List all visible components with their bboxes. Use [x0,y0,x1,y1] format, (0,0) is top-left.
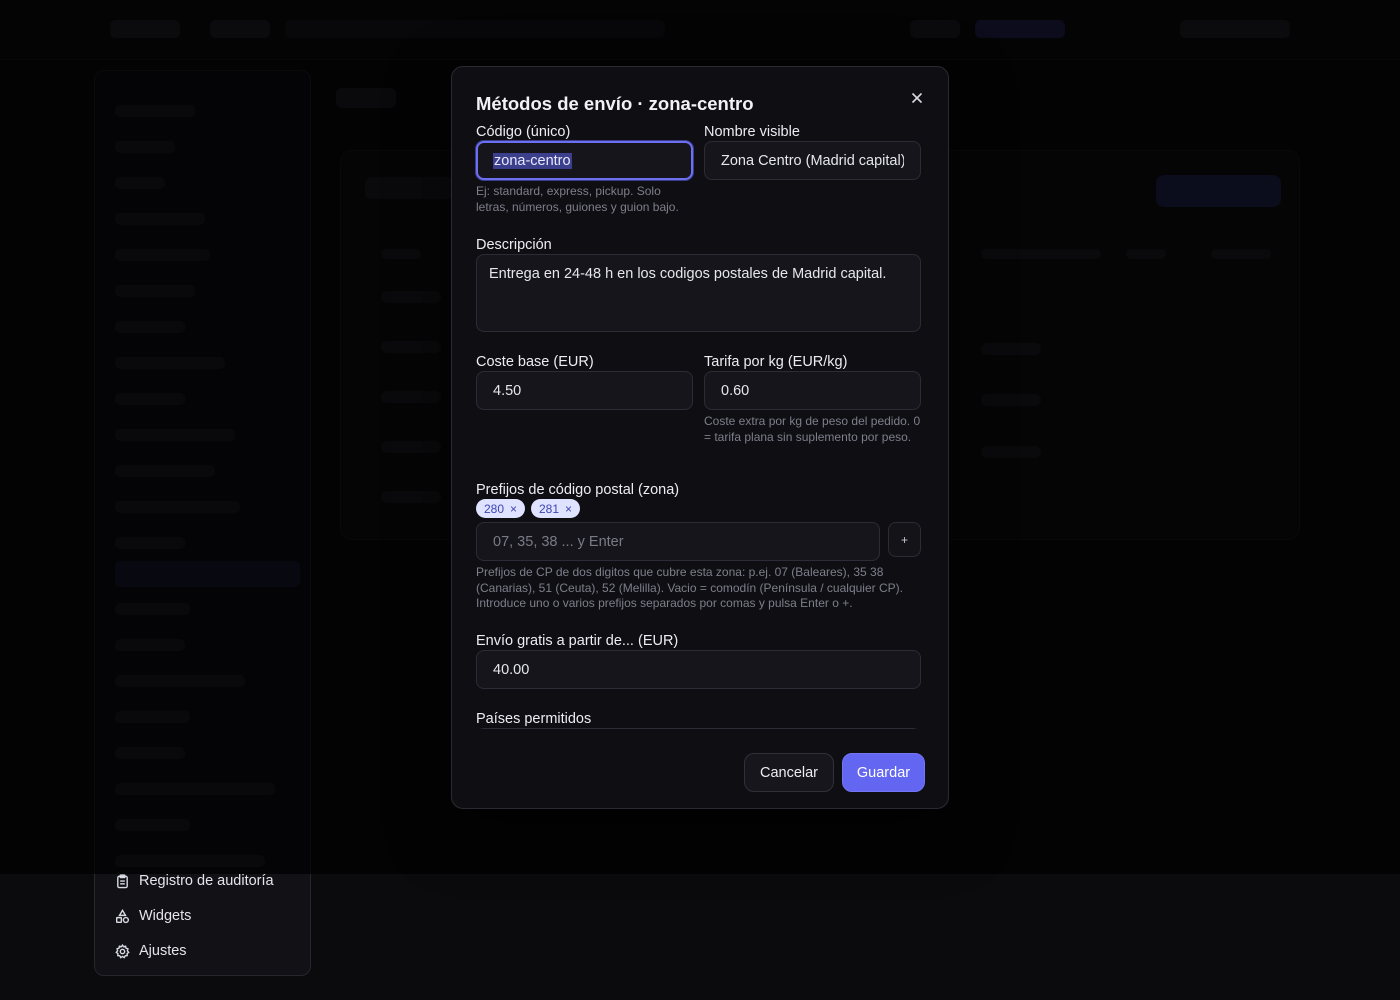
add-prefix-button[interactable]: + [888,522,921,557]
sidebar-item-label: Ajustes [139,943,187,959]
prefix-chip: 280 × [476,499,526,518]
base-cost-label: Coste base (EUR) [476,354,594,370]
postal-prefixes-help: Prefijos de CP de dos digitos que cubre … [476,565,903,610]
code-input[interactable]: zona-centro [476,141,693,180]
close-icon [911,92,923,104]
rate-per-kg-label: Tarifa por kg (EUR/kg) [704,354,848,370]
close-button[interactable] [906,87,928,109]
code-label: Código (único) [476,124,571,140]
code-value: zona-centro [493,152,572,169]
rate-per-kg-help: Coste extra por kg de peso del pedido. 0… [704,414,921,444]
code-help: Ej: standard, express, pickup. Solo letr… [476,184,679,214]
remove-chip-icon[interactable]: × [510,502,517,516]
base-cost-input[interactable] [476,371,693,410]
gear-icon [115,943,130,959]
postal-prefix-input[interactable] [476,522,880,561]
sidebar-item-settings[interactable]: Ajustes [115,940,187,962]
free-shipping-label: Envío gratis a partir de... (EUR) [476,633,679,649]
save-button[interactable]: Guardar [842,753,925,792]
prefix-chip: 281 × [531,499,581,518]
sidebar-item-widgets[interactable]: Widgets [115,905,191,927]
postal-prefixes-label: Prefijos de código postal (zona) [476,482,680,498]
free-shipping-input[interactable] [476,650,921,689]
sidebar-item-label: Widgets [139,908,192,924]
shapes-icon [115,908,130,923]
description-label: Descripción [476,237,552,253]
rate-per-kg-input[interactable] [704,371,921,410]
cancel-button[interactable]: Cancelar [744,753,834,792]
clipboard-icon [117,873,128,888]
remove-chip-icon[interactable]: × [565,502,572,516]
name-label: Nombre visible [704,124,800,140]
countries-select[interactable] [476,728,921,729]
sidebar-item-label: Registro de auditoría [139,873,274,889]
shipping-method-dialog: Métodos de envío · zona-centro Código (ú… [451,66,949,809]
name-input[interactable] [704,141,921,180]
countries-label: Países permitidos [476,711,592,727]
description-textarea[interactable]: Entrega en 24-48 h en los codigos postal… [476,254,921,332]
dialog-form[interactable]: Código (único) zona-centro Ej: standard,… [452,119,948,729]
dialog-title: Métodos de envío · zona-centro [476,93,754,114]
